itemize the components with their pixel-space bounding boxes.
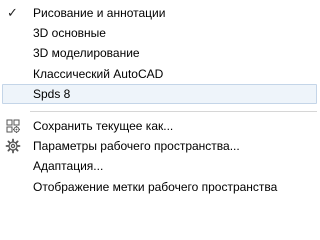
menu-separator <box>30 111 317 112</box>
menu-item-label: Отображение метки рабочего пространства <box>33 180 278 194</box>
menu-item-spds8[interactable]: Spds 8 <box>2 84 317 104</box>
gear-icon <box>5 138 21 154</box>
save-workspace-icon <box>5 118 21 134</box>
menu-item-show-workspace-label[interactable]: Отображение метки рабочего пространства <box>2 177 317 197</box>
menu-item-label: Spds 8 <box>33 87 71 101</box>
menu-item-label: Адаптация... <box>33 159 104 173</box>
menu-item-3d-basics[interactable]: 3D основные <box>2 23 317 43</box>
menu-item-label: 3D основные <box>33 26 106 40</box>
menu-item-drawing-annotation[interactable]: ✓ Рисование и аннотации <box>2 3 317 23</box>
menu-item-label: Сохранить текущее как... <box>33 119 174 133</box>
checkmark-icon: ✓ <box>7 5 18 20</box>
menu-item-3d-modeling[interactable]: 3D моделирование <box>2 43 317 63</box>
menu-item-workspace-settings[interactable]: Параметры рабочего пространства... <box>2 136 317 156</box>
menu-item-save-current-as[interactable]: Сохранить текущее как... <box>2 116 317 136</box>
menu-item-customize[interactable]: Адаптация... <box>2 156 317 176</box>
workspace-menu: ✓ Рисование и аннотации 3D основные 3D м… <box>0 0 320 200</box>
menu-item-label: Параметры рабочего пространства... <box>33 139 240 153</box>
menu-item-autocad-classic[interactable]: Классический AutoCAD <box>2 64 317 84</box>
menu-item-label: Рисование и аннотации <box>33 6 166 20</box>
menu-item-label: 3D моделирование <box>33 46 140 60</box>
menu-item-label: Классический AutoCAD <box>33 67 164 81</box>
